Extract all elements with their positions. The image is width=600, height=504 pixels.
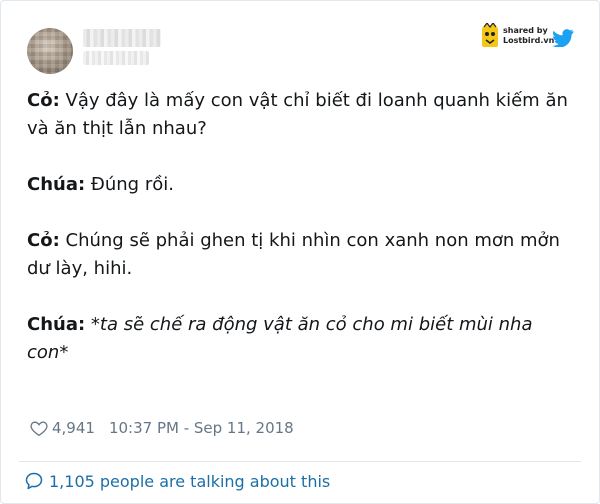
shared-by-label: shared by [503, 26, 548, 35]
tweet-paragraph-3: Cỏ: Chúng sẽ phải ghen tị khi nhìn con x… [27, 227, 579, 283]
twitter-bird-icon[interactable] [552, 29, 574, 47]
divider [19, 461, 581, 462]
watermark-text: shared by Lostbird.vn [503, 26, 554, 46]
speaker-label: Chúa: [27, 174, 86, 195]
dialogue-text: Chúng sẽ phải ghen tị khi nhìn con xanh … [27, 230, 560, 279]
speaker-label: Chúa: [27, 314, 86, 335]
dialogue-text: Đúng rồi. [85, 174, 174, 195]
speaker-label: Cỏ: [27, 230, 60, 251]
conversation-link[interactable]: 1,105 people are talking about this [24, 471, 330, 491]
tweet-timestamp[interactable]: 10:37 PM - Sep 11, 2018 [109, 419, 294, 437]
lostbird-watermark: shared by Lostbird.vn [480, 23, 554, 49]
tweet-paragraph-1: Cỏ: Vậy đây là mấy con vật chỉ biết đi l… [27, 87, 579, 143]
conversation-text[interactable]: 1,105 people are talking about this [49, 472, 330, 491]
dialogue-text: *ta sẽ chế ra động vật ăn cỏ cho mi biết… [27, 314, 533, 363]
dialogue-text: Vậy đây là mấy con vật chỉ biết đi loanh… [27, 90, 568, 139]
like-count[interactable]: 4,941 [52, 419, 95, 437]
username-blurred[interactable] [83, 51, 149, 65]
lostbird-logo-icon [482, 23, 498, 47]
avatar[interactable] [27, 28, 73, 74]
tweet-card: shared by Lostbird.vn Cỏ: Vậy đây là mấy… [0, 0, 600, 504]
tweet-meta: 4,941 10:37 PM - Sep 11, 2018 [30, 419, 294, 437]
brand-label: Lostbird.vn [503, 36, 555, 45]
chat-bubble-icon [25, 472, 43, 490]
speaker-label: Cỏ: [27, 90, 60, 111]
heart-icon[interactable] [30, 420, 48, 436]
tweet-text: Cỏ: Vậy đây là mấy con vật chỉ biết đi l… [27, 87, 579, 395]
tweet-paragraph-4: Chúa: *ta sẽ chế ra động vật ăn cỏ cho m… [27, 311, 579, 367]
display-name-blurred[interactable] [83, 29, 161, 47]
tweet-paragraph-2: Chúa: Đúng rồi. [27, 171, 579, 199]
